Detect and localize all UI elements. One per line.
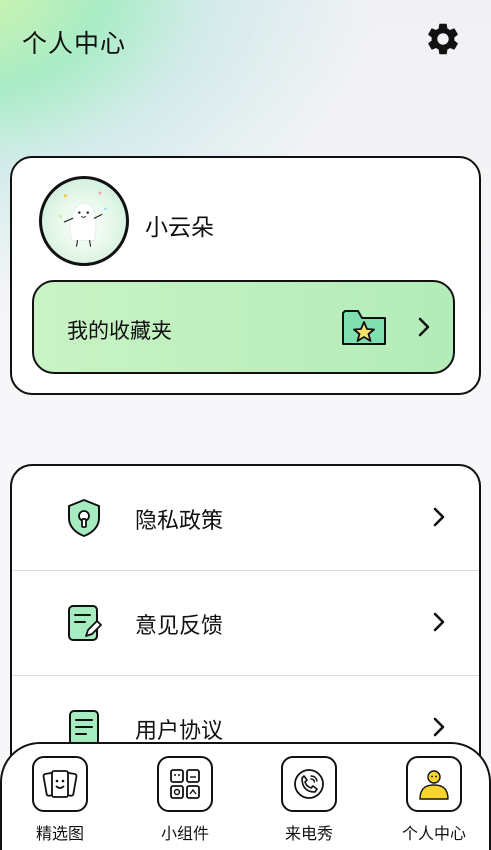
avatar[interactable] [39, 176, 129, 266]
tab-label: 小组件 [160, 826, 209, 843]
tab-icon-box [406, 756, 462, 812]
gear-icon [428, 23, 458, 55]
chevron-right-icon [433, 507, 445, 527]
menu-item-feedback[interactable]: 意见反馈 [12, 571, 479, 676]
page-title: 个人中心 [22, 30, 127, 58]
menu-item-label: 意见反馈 [135, 613, 224, 638]
tab-featured-images[interactable]: 精选图 [20, 756, 100, 848]
tab-widgets[interactable]: 小组件 [145, 756, 225, 848]
tab-icon-box [157, 756, 213, 812]
tab-icon-box [281, 756, 337, 812]
widgets-grid-icon [170, 769, 200, 799]
menu-item-privacy-policy[interactable]: 隐私政策 [12, 466, 479, 571]
menu-item-label: 隐私政策 [135, 508, 224, 533]
settings-button[interactable] [424, 20, 462, 58]
shield-keyhole-icon [68, 499, 100, 537]
phone-call-icon [294, 769, 324, 799]
tab-label: 精选图 [35, 826, 84, 843]
favorites-label: 我的收藏夹 [67, 320, 172, 343]
photo-cards-icon [42, 770, 78, 798]
chevron-right-icon [418, 317, 430, 337]
tab-caller-show[interactable]: 来电秀 [269, 756, 349, 848]
bottom-tab-bar: 精选图 小组件 来电秀 个人中心 [0, 742, 491, 850]
folder-star-icon [342, 310, 386, 345]
header: 个人中心 [0, 0, 491, 84]
menu-item-label: 用户协议 [135, 718, 224, 743]
chevron-right-icon [433, 612, 445, 632]
tab-icon-box [32, 756, 88, 812]
feedback-edit-icon [68, 605, 102, 641]
tab-label: 个人中心 [401, 826, 466, 843]
chevron-right-icon [433, 717, 445, 737]
profile-card: 小云朵 我的收藏夹 [10, 156, 481, 395]
profile-person-icon [419, 770, 449, 800]
tab-label: 来电秀 [284, 826, 333, 843]
cloud-character-icon [59, 191, 107, 247]
tab-profile[interactable]: 个人中心 [394, 756, 474, 848]
username: 小云朵 [145, 214, 214, 240]
favorites-button[interactable]: 我的收藏夹 [32, 280, 455, 374]
